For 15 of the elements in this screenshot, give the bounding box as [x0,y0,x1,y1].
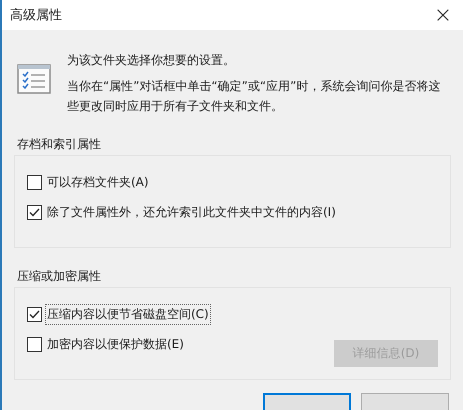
checkbox[interactable] [27,307,42,322]
group-title: 存档和索引属性 [16,136,102,153]
checkbox-label[interactable]: 加密内容以便保护数据(E) [45,334,186,355]
close-button[interactable]: × [423,0,463,30]
checkbox-label[interactable]: 可以存档文件夹(A) [45,172,151,193]
checklist-icon [17,64,51,94]
checkbox-label[interactable]: 压缩内容以便节省磁盘空间(C) [45,304,211,325]
intro-text: 当你在“属性”对话框中单击“确定”或“应用”时，系统会询问你是否将这些更改同时应用于所有子文件夹和文件。 [67,78,442,115]
group-title: 压缩或加密属性 [16,268,102,285]
checkbox[interactable] [27,205,42,220]
checkbox[interactable] [27,175,42,190]
window-title: 高级属性 [10,7,62,24]
checkbox-label[interactable]: 除了文件属性外，还允许索引此文件夹中文件的内容(I) [45,202,338,223]
intro-heading: 为该文件夹选择你想要的设置。 [67,52,236,69]
checkbox[interactable] [27,337,42,352]
